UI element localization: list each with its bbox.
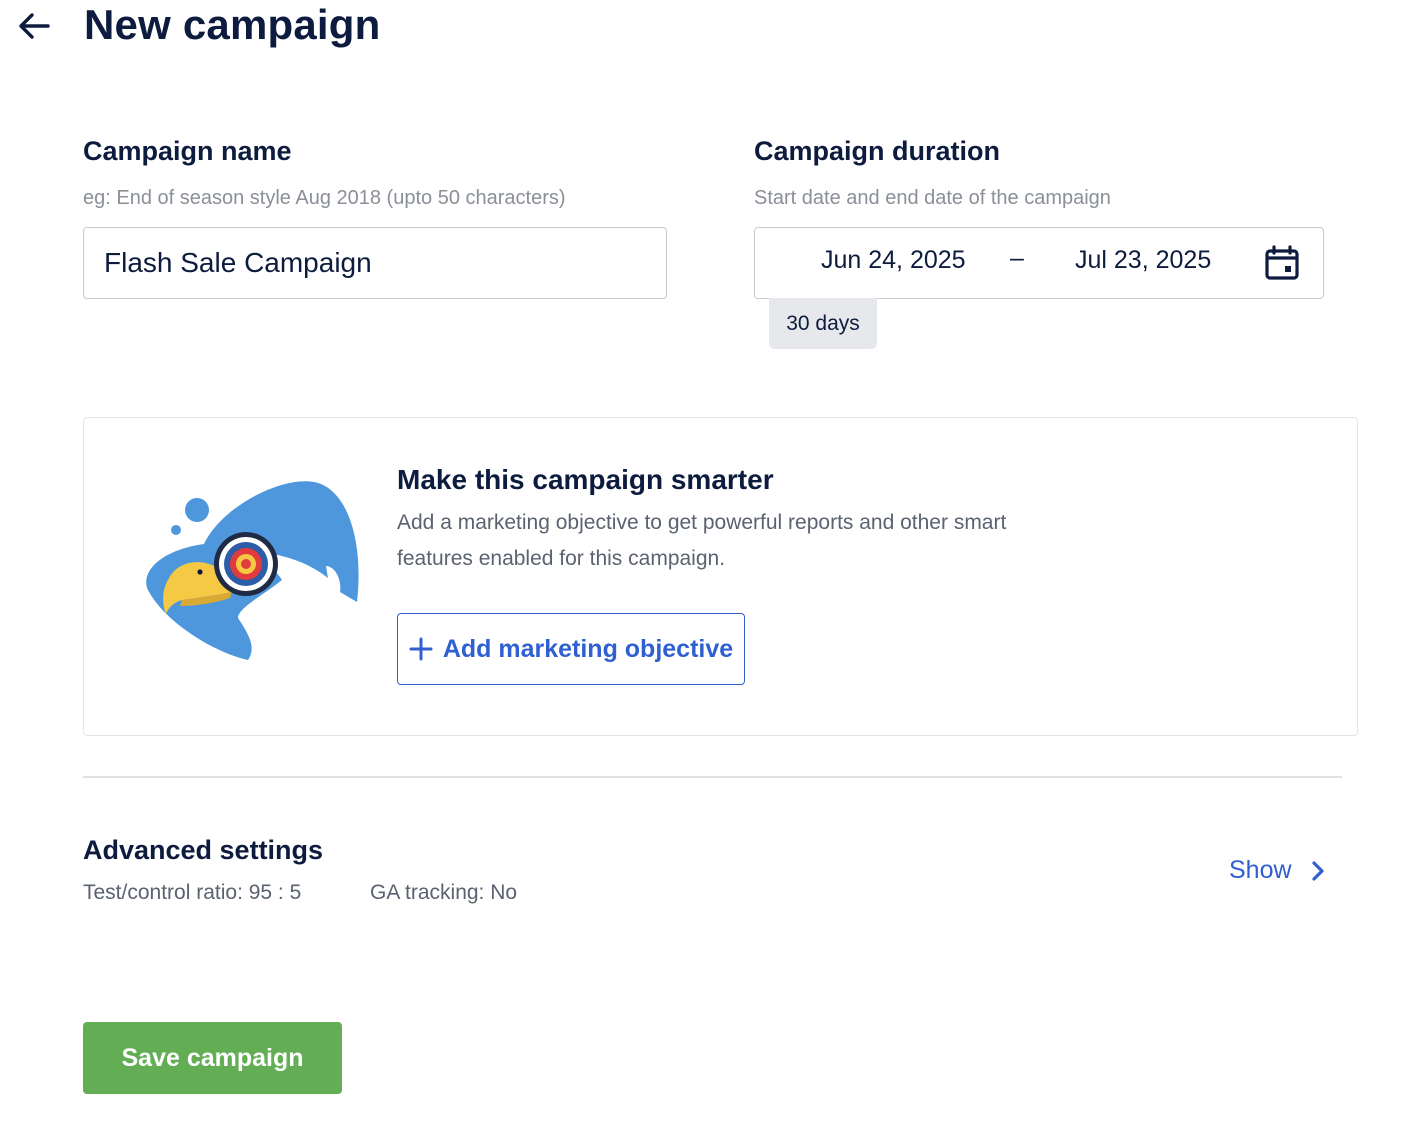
smart-campaign-card: Make this campaign smarter Add a marketi… <box>83 417 1358 736</box>
plus-icon <box>409 637 433 661</box>
page-title: New campaign <box>84 1 381 48</box>
campaign-duration-label: Campaign duration <box>754 136 1001 166</box>
date-range-picker[interactable]: Jun 24, 2025 – Jul 23, 2025 <box>754 227 1324 299</box>
ga-tracking-status: GA tracking: No <box>370 881 518 904</box>
show-advanced-settings-link[interactable]: Show <box>1229 856 1328 885</box>
chevron-right-icon <box>1311 860 1324 881</box>
duration-badge: 30 days <box>769 298 877 349</box>
section-divider <box>83 776 1342 778</box>
smart-card-title: Make this campaign smarter <box>397 464 774 495</box>
add-marketing-objective-button[interactable]: Add marketing objective <box>397 613 745 685</box>
arrow-left-icon <box>19 13 50 39</box>
advanced-settings-title: Advanced settings <box>83 835 324 865</box>
new-campaign-page: New campaign Campaign name eg: End of se… <box>0 0 1418 1136</box>
add-marketing-objective-label: Add marketing objective <box>442 634 734 663</box>
back-button[interactable] <box>14 8 54 44</box>
campaign-name-label: Campaign name <box>83 136 292 166</box>
start-date[interactable]: Jun 24, 2025 <box>821 246 966 275</box>
campaign-duration-hint: Start date and end date of the campaign <box>754 187 1111 209</box>
campaign-name-hint: eg: End of season style Aug 2018 (upto 5… <box>83 187 566 209</box>
show-label: Show <box>1229 856 1292 884</box>
smart-card-description: Add a marketing objective to get powerfu… <box>397 511 1007 570</box>
end-date[interactable]: Jul 23, 2025 <box>1075 246 1211 275</box>
date-separator: – <box>1010 244 1024 272</box>
campaign-name-input[interactable] <box>83 227 667 299</box>
calendar-icon[interactable] <box>1263 244 1301 282</box>
save-campaign-button[interactable]: Save campaign <box>83 1022 342 1094</box>
eagle-target-illustration <box>146 481 359 660</box>
test-control-ratio: Test/control ratio: 95 : 5 <box>83 881 302 904</box>
